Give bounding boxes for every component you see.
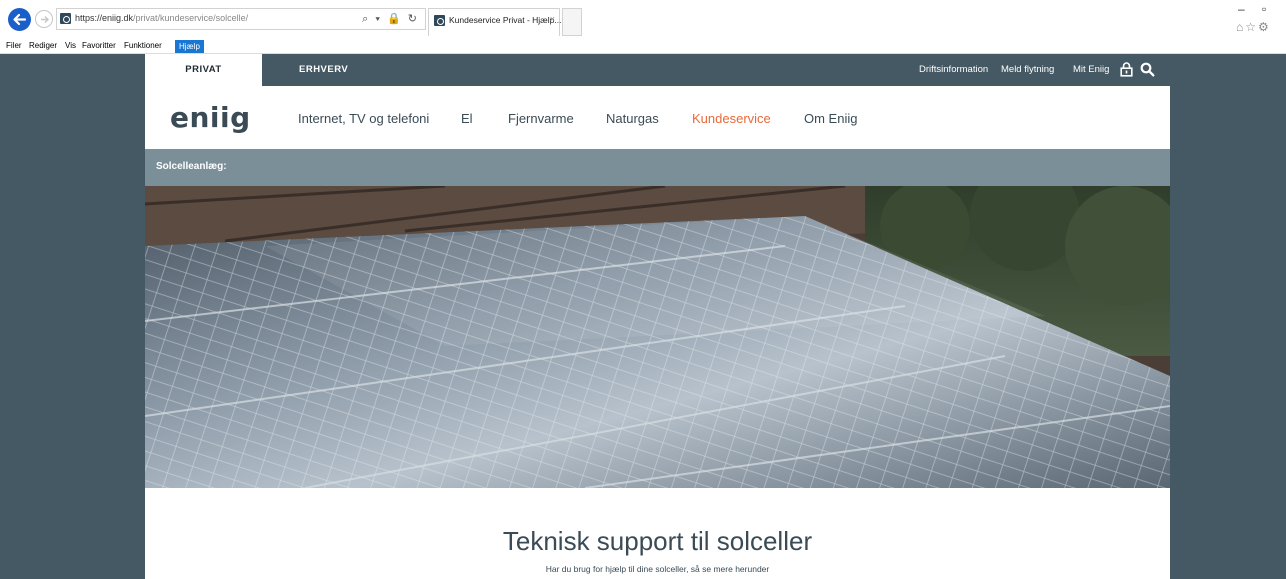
restore-button[interactable]: ▫ xyxy=(1262,2,1266,16)
eniig-logo[interactable]: eniig xyxy=(170,101,251,134)
link-mit-eniig[interactable]: Mit Eniig xyxy=(1073,54,1109,86)
site-favicon-icon xyxy=(60,13,71,24)
search-icon[interactable] xyxy=(1140,62,1155,77)
menu-item-vis[interactable]: Vis xyxy=(65,41,76,50)
menu-bar: Filer Rediger Vis Favoritter Funktioner … xyxy=(0,40,1286,54)
hero-image-solar-panels xyxy=(145,186,1170,488)
link-meld-flytning[interactable]: Meld flytning xyxy=(1001,54,1054,86)
breadcrumb-bar: Solcelleanlæg: xyxy=(145,149,1170,186)
nav-item-naturgas[interactable]: Naturgas xyxy=(606,111,659,126)
nav-item-kundeservice[interactable]: Kundeservice xyxy=(692,111,771,126)
link-driftsinformation[interactable]: Driftsinformation xyxy=(919,54,988,86)
menu-item-filer[interactable]: Filer xyxy=(6,41,22,50)
arrow-right-icon xyxy=(41,16,49,23)
nav-item-fjernvarme[interactable]: Fjernvarme xyxy=(508,111,574,126)
menu-item-hjaelp[interactable]: Hjælp xyxy=(175,40,204,53)
browser-toolbar-icons[interactable]: ⌂☆⚙ xyxy=(1236,20,1271,34)
nav-item-internet-tv-telefoni[interactable]: Internet, TV og telefoni xyxy=(298,111,429,126)
breadcrumb[interactable]: Solcelleanlæg: xyxy=(156,161,227,172)
menu-item-favoritter[interactable]: Favoritter xyxy=(82,41,116,50)
page-background: PRIVAT ERHVERV Driftsinformation Meld fl… xyxy=(0,54,1286,579)
address-url[interactable]: https://eniig.dk/privat/kundeservice/sol… xyxy=(75,13,248,23)
content-area: Teknisk support til solceller Har du bru… xyxy=(145,488,1170,579)
lock-icon[interactable] xyxy=(1120,62,1133,77)
forward-button[interactable] xyxy=(35,10,53,28)
browser-tab[interactable]: Kundeservice Privat - Hjælp... × xyxy=(428,8,562,36)
new-tab-button[interactable] xyxy=(562,8,582,36)
browser-chrome: https://eniig.dk/privat/kundeservice/sol… xyxy=(0,0,1286,40)
address-controls[interactable]: ⌕ ▾ 🔒 ↻ xyxy=(362,12,419,26)
nav-item-om-eniig[interactable]: Om Eniig xyxy=(804,111,857,126)
page-subtitle: Har du brug for hjælp til dine solceller… xyxy=(545,564,770,574)
tab-privat[interactable]: PRIVAT xyxy=(145,54,262,86)
nav-item-el[interactable]: El xyxy=(461,111,473,126)
page-title: Teknisk support til solceller xyxy=(502,526,813,556)
tab-erhverv[interactable]: ERHVERV xyxy=(299,54,348,86)
arrow-left-icon xyxy=(13,13,27,26)
tab-favicon-icon xyxy=(434,15,445,26)
back-button[interactable] xyxy=(8,8,31,31)
minimize-button[interactable]: – xyxy=(1238,2,1245,16)
tab-close-icon[interactable]: × xyxy=(550,14,555,24)
menu-item-rediger[interactable]: Rediger xyxy=(29,41,57,50)
top-bar: PRIVAT ERHVERV Driftsinformation Meld fl… xyxy=(145,54,1170,86)
address-bar[interactable]: https://eniig.dk/privat/kundeservice/sol… xyxy=(56,8,426,30)
tab-title: Kundeservice Privat - Hjælp... xyxy=(449,15,562,25)
solar-panels-illustration xyxy=(145,186,1170,488)
main-navigation: eniig Internet, TV og telefoni El Fjernv… xyxy=(145,86,1170,149)
menu-item-funktioner[interactable]: Funktioner xyxy=(124,41,162,50)
